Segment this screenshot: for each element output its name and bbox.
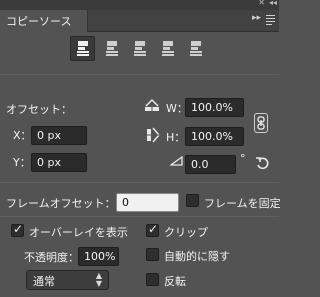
frame-offset-label: フレームオフセット：	[6, 197, 116, 210]
h-label: H：	[166, 131, 186, 144]
angle-field[interactable]: 0.0	[185, 155, 236, 174]
frame-offset-field[interactable]: 0	[116, 193, 179, 212]
link-icon[interactable]	[254, 113, 268, 133]
height-scale-field[interactable]: 100.0%	[185, 127, 244, 146]
flip-vertical-icon[interactable]	[144, 126, 162, 144]
clip-label: クリップ	[164, 226, 208, 239]
divider	[0, 216, 279, 217]
clone-source-icon	[76, 40, 89, 56]
close-panel-icon[interactable]: ✕	[258, 0, 265, 7]
opacity-field[interactable]: 100%	[78, 247, 119, 266]
divider	[0, 182, 279, 183]
divider	[0, 74, 279, 75]
y-label: Y：	[13, 156, 31, 169]
clone-source-2-button[interactable]	[99, 36, 124, 61]
width-scale-field[interactable]: 100.0%	[185, 98, 244, 117]
show-overlay-checkbox[interactable]	[11, 222, 24, 237]
auto-hide-label: 自動的に隠す	[164, 250, 230, 263]
tab-clone-source-label: コピーソース	[6, 15, 72, 28]
tab-bar: コピーソース ▸▸	[0, 10, 279, 32]
x-label: X：	[13, 129, 32, 142]
auto-hide-checkbox[interactable]	[146, 248, 159, 261]
clone-source-3-button[interactable]	[127, 36, 152, 61]
clone-source-icon	[161, 40, 174, 56]
show-overlay-label: オーバーレイを表示	[29, 226, 128, 239]
x-offset-field[interactable]: 0 px	[31, 126, 87, 145]
blend-mode-value: 通常	[33, 275, 55, 288]
opacity-label: 不透明度：	[24, 251, 79, 264]
collapse-panel-icon[interactable]: ◂◂	[269, 0, 277, 7]
flip-horizontal-icon[interactable]	[143, 97, 161, 113]
invert-checkbox[interactable]	[146, 273, 159, 286]
clone-source-5-button[interactable]	[183, 36, 208, 61]
angle-icon	[169, 155, 183, 166]
invert-label: 反転	[164, 275, 186, 288]
y-offset-field[interactable]: 0 px	[31, 153, 87, 172]
lock-frame-label: フレームを固定	[204, 197, 281, 210]
clone-source-1-button[interactable]	[70, 36, 95, 61]
chevron-up-down-icon: ▲ ▼	[95, 271, 102, 288]
panel-top-bar: ✕ ◂◂	[0, 0, 279, 10]
clip-checkbox[interactable]	[146, 222, 159, 237]
lock-frame-checkbox[interactable]	[186, 194, 199, 207]
reset-icon[interactable]	[255, 155, 271, 171]
blend-mode-select[interactable]: 通常 ▲ ▼	[26, 270, 109, 290]
clone-source-icon	[105, 40, 118, 56]
offset-label: オフセット：	[6, 103, 72, 116]
tab-clone-source[interactable]: コピーソース	[0, 10, 88, 32]
clone-source-icon	[133, 40, 146, 56]
clone-source-icon	[189, 40, 202, 56]
degree-symbol: °	[240, 152, 246, 165]
panel-menu-icon[interactable]	[263, 12, 277, 26]
expand-icon[interactable]: ▸▸	[252, 13, 261, 23]
clone-source-4-button[interactable]	[155, 36, 180, 61]
